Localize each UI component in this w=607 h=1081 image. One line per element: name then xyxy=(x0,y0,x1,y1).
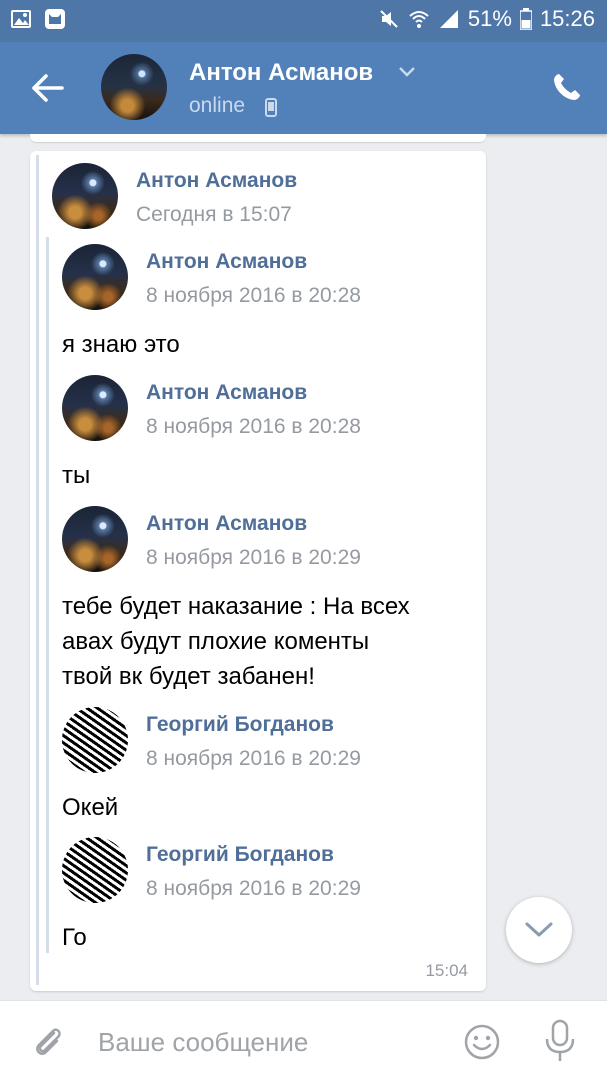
message-date: 8 ноября 2016 в 20:28 xyxy=(146,415,361,438)
message-text: Го xyxy=(62,924,87,951)
microphone-icon[interactable] xyxy=(543,1019,577,1063)
message-card[interactable]: Антон Асманов Сегодня в 15:07 Антон Асма… xyxy=(30,151,486,991)
signal-icon xyxy=(439,10,458,28)
forward-bar-outer xyxy=(36,155,39,985)
avatar[interactable] xyxy=(101,54,167,120)
message-date: 8 ноября 2016 в 20:29 xyxy=(146,877,361,900)
scroll-down-button[interactable] xyxy=(506,897,572,963)
message-date: 8 ноября 2016 в 20:29 xyxy=(146,747,361,770)
avatar[interactable] xyxy=(62,375,128,441)
battery-percent: 51% xyxy=(467,6,512,31)
message-date: 8 ноября 2016 в 20:29 xyxy=(146,546,361,569)
back-arrow-icon[interactable] xyxy=(28,70,68,106)
emoji-icon[interactable] xyxy=(463,1023,501,1061)
message-text: ты xyxy=(62,462,91,489)
clock: 15:26 xyxy=(539,6,595,31)
contact-name[interactable]: Антон Асманов xyxy=(189,59,373,87)
message-input[interactable] xyxy=(96,1019,440,1065)
chat-header: Антон Асманов online xyxy=(0,42,607,134)
battery-icon xyxy=(519,8,532,30)
phone-call-icon[interactable] xyxy=(552,72,582,102)
message-text: я знаю это xyxy=(62,331,180,358)
chevron-down-icon xyxy=(525,922,553,937)
forward-bar-inner xyxy=(46,237,49,953)
sender-name[interactable]: Антон Асманов xyxy=(146,250,307,274)
previous-message-edge xyxy=(30,134,486,142)
sender-name[interactable]: Антон Асманов xyxy=(146,512,307,536)
message-text-line: тебе будет наказание : На всех xyxy=(62,593,410,620)
avatar[interactable] xyxy=(62,506,128,572)
avatar[interactable] xyxy=(52,163,118,229)
paperclip-icon[interactable] xyxy=(30,1023,66,1059)
online-status: online xyxy=(189,94,246,117)
message-text: Окей xyxy=(62,794,119,821)
sender-name[interactable]: Антон Асманов xyxy=(136,169,297,193)
sender-name[interactable]: Георгий Богданов xyxy=(146,713,334,737)
status-bar: 51% 15:26 xyxy=(0,0,607,42)
wifi-icon xyxy=(409,11,429,28)
cat-app-icon xyxy=(45,9,65,29)
message-date: 8 ноября 2016 в 20:28 xyxy=(146,284,361,307)
message-text-line: авах будут плохие коменты xyxy=(62,628,370,655)
message-time: 15:04 xyxy=(425,961,468,980)
mute-icon xyxy=(380,10,398,28)
sender-name[interactable]: Антон Асманов xyxy=(146,381,307,405)
image-icon xyxy=(11,10,31,28)
message-date: Сегодня в 15:07 xyxy=(136,203,292,226)
avatar[interactable] xyxy=(62,837,128,903)
avatar[interactable] xyxy=(62,244,128,310)
message-input-bar xyxy=(0,1000,607,1081)
sender-name[interactable]: Георгий Богданов xyxy=(146,843,334,867)
message-text-line: твой вк будет забанен! xyxy=(62,663,315,690)
mobile-phone-icon xyxy=(265,98,277,117)
avatar[interactable] xyxy=(62,707,128,773)
chevron-down-icon[interactable] xyxy=(398,66,416,78)
